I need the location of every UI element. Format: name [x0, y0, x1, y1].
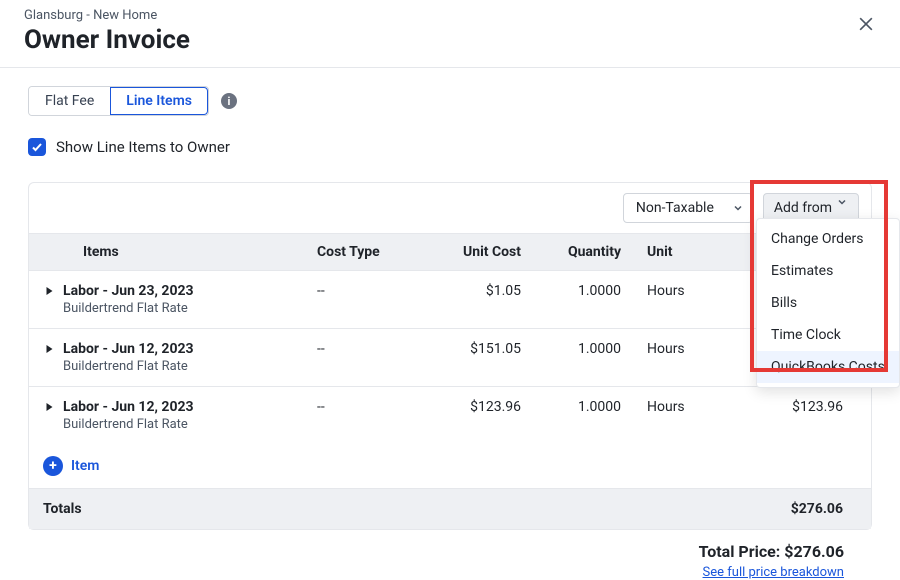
col-unit: Unit	[629, 234, 719, 271]
cell-cost-type: --	[309, 329, 419, 387]
line-items-table: Non-Taxable Add from Items Cost Ty	[28, 182, 872, 530]
cell-builder: $123.96	[719, 387, 871, 445]
item-title: Labor - Jun 12, 2023	[63, 399, 194, 415]
cell-quantity: 1.0000	[529, 329, 629, 387]
cell-unit: Hours	[629, 271, 719, 329]
chevron-down-icon	[732, 202, 744, 214]
col-quantity: Quantity	[529, 234, 629, 271]
cell-cost-type: --	[309, 271, 419, 329]
add-item-button[interactable]: + Item	[43, 456, 99, 476]
col-unit-cost: Unit Cost	[419, 234, 529, 271]
add-item-label: Item	[71, 458, 99, 474]
expand-caret-icon[interactable]	[43, 401, 55, 413]
item-subtitle: Buildertrend Flat Rate	[63, 417, 194, 432]
full-breakdown-link[interactable]: See full price breakdown	[703, 565, 844, 580]
col-items: Items	[29, 234, 309, 271]
cell-unit-cost: $123.96	[419, 387, 529, 445]
item-title: Labor - Jun 23, 2023	[63, 283, 194, 299]
add-from-option[interactable]: Estimates	[757, 255, 899, 287]
tax-select[interactable]: Non-Taxable	[623, 193, 753, 223]
expand-caret-icon[interactable]	[43, 285, 55, 297]
cell-unit: Hours	[629, 387, 719, 445]
col-cost-type: Cost Type	[309, 234, 419, 271]
cell-cost-type: --	[309, 387, 419, 445]
info-icon[interactable]: i	[221, 93, 237, 109]
tab-line-items[interactable]: Line Items	[110, 87, 208, 115]
totals-value: $276.06	[719, 489, 871, 530]
tabs-group: Flat Fee Line Items	[28, 86, 209, 116]
table-row: Labor - Jun 12, 2023 Buildertrend Flat R…	[29, 329, 871, 387]
add-from-option[interactable]: Time Clock	[757, 319, 899, 351]
project-name: Glansburg - New Home	[24, 8, 876, 23]
cell-unit-cost: $1.05	[419, 271, 529, 329]
table-row: Labor - Jun 12, 2023 Buildertrend Flat R…	[29, 387, 871, 445]
totals-label: Totals	[29, 489, 309, 530]
total-price-label: Total Price:	[699, 542, 781, 561]
cell-unit-cost: $151.05	[419, 329, 529, 387]
page-title: Owner Invoice	[24, 25, 876, 55]
close-icon[interactable]	[856, 14, 876, 34]
total-price-value: $276.06	[784, 542, 844, 561]
item-title: Labor - Jun 12, 2023	[63, 341, 194, 357]
plus-icon: +	[43, 456, 63, 476]
add-from-menu: Change OrdersEstimatesBillsTime ClockQui…	[756, 218, 900, 388]
add-from-option[interactable]: Bills	[757, 287, 899, 319]
table-row: Labor - Jun 23, 2023 Buildertrend Flat R…	[29, 271, 871, 329]
add-from-option[interactable]: QuickBooks Costs	[757, 351, 899, 383]
tax-select-value: Non-Taxable	[636, 200, 714, 216]
item-subtitle: Buildertrend Flat Rate	[63, 301, 194, 316]
total-price: Total Price: $276.06	[28, 542, 844, 561]
show-line-items-label: Show Line Items to Owner	[56, 138, 230, 156]
chevron-down-icon	[836, 196, 848, 208]
cell-quantity: 1.0000	[529, 387, 629, 445]
add-from-label: Add from	[774, 200, 832, 216]
show-line-items-checkbox[interactable]	[28, 138, 46, 156]
tab-flat-fee[interactable]: Flat Fee	[29, 87, 110, 115]
cell-quantity: 1.0000	[529, 271, 629, 329]
cell-unit: Hours	[629, 329, 719, 387]
expand-caret-icon[interactable]	[43, 343, 55, 355]
add-from-option[interactable]: Change Orders	[757, 223, 899, 255]
item-subtitle: Buildertrend Flat Rate	[63, 359, 194, 374]
